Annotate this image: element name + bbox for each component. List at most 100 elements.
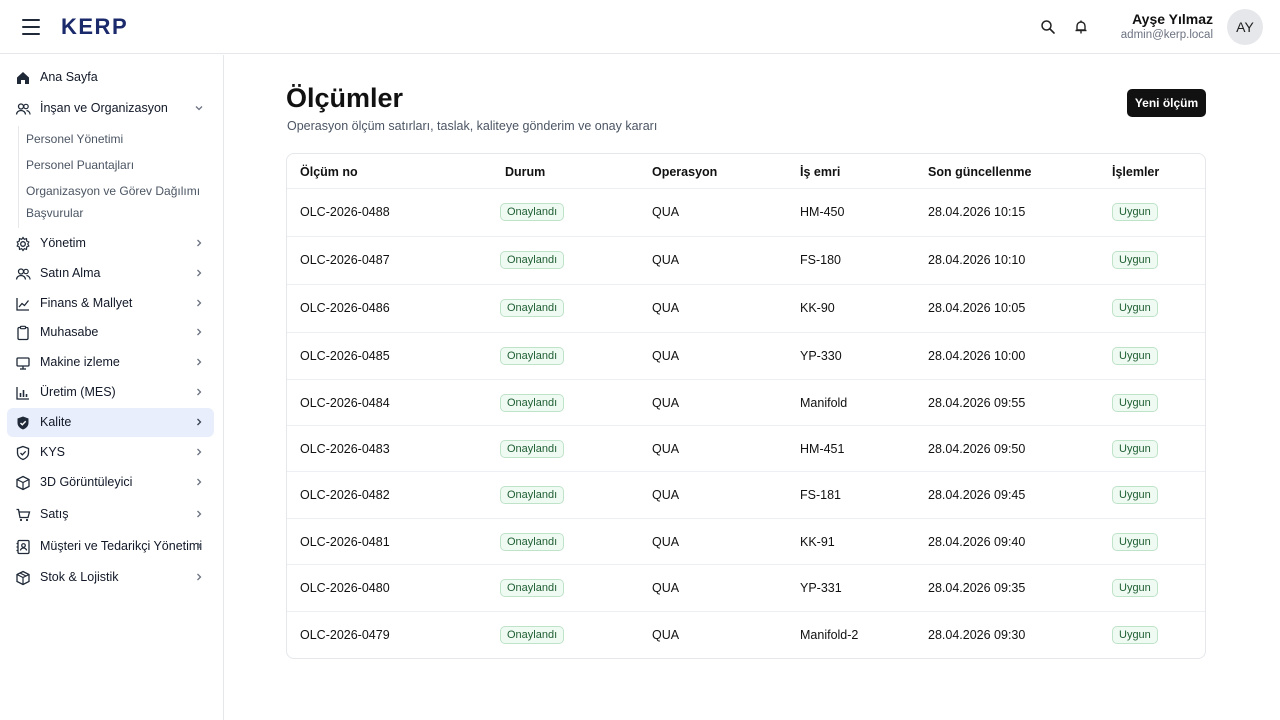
sidebar-subitem-personel-yonetimi[interactable]: Personel Yönetimi xyxy=(26,132,123,146)
sidebar-item-label: Üretim (MES) xyxy=(40,385,116,399)
work-order-cell: Manifold-2 xyxy=(800,628,859,642)
updated-cell: 28.04.2026 10:05 xyxy=(928,301,1026,315)
sidebar-item-uretim[interactable]: Üretim (MES) xyxy=(7,378,214,407)
table-row[interactable]: OLC-2026-0486 Onaylandı QUA KK-90 28.04.2026… xyxy=(287,284,1205,331)
sidebar-subitem-personel-puantajlari[interactable]: Personel Puantajları xyxy=(26,158,134,172)
table-row[interactable]: OLC-2026-0479 Onaylandı QUA Manifold-2 28.04… xyxy=(287,611,1205,658)
page-title: Ölçümler xyxy=(286,83,404,113)
sidebar-item-satin-alma[interactable]: Satın Alma xyxy=(7,259,214,288)
contacts-icon xyxy=(16,539,30,555)
measurement-number[interactable]: OLC-2026-0482 xyxy=(300,488,390,502)
chart-line-icon xyxy=(16,298,30,311)
sidebar-item-kalite[interactable]: Kalite xyxy=(7,408,214,437)
operation-cell: QUA xyxy=(652,442,680,456)
chevron-right-icon xyxy=(197,388,202,396)
work-order-cell: FS-181 xyxy=(800,488,841,502)
column-header-operasyon[interactable]: Operasyon xyxy=(652,165,717,179)
clipboard-icon xyxy=(17,325,29,341)
cart-icon xyxy=(16,508,31,522)
action-badge[interactable]: Uygun xyxy=(1112,486,1158,504)
action-badge[interactable]: Uygun xyxy=(1112,347,1158,365)
sidebar-item-label: KYS xyxy=(40,445,66,459)
action-badge[interactable]: Uygun xyxy=(1112,203,1158,221)
measurements-table: Ölçüm no Durum Operasyon İş emri Son gün… xyxy=(286,153,1206,659)
sidebar-item-muhasabe[interactable]: Muhasabe xyxy=(7,318,214,347)
action-badge[interactable]: Uygun xyxy=(1112,299,1158,317)
table-row[interactable]: OLC-2026-0484 Onaylandı QUA Manifold 28.04.2… xyxy=(287,379,1205,426)
sidebar-subitem-organizasyon-gorev[interactable]: Organizasyon ve Görev Dağılımı xyxy=(26,184,200,198)
updated-cell: 28.04.2026 10:10 xyxy=(928,253,1026,267)
table-row[interactable]: OLC-2026-0482 Onaylandı QUA FS-181 28.04.202… xyxy=(287,471,1205,518)
box-icon xyxy=(16,570,30,586)
status-badge: Onaylandı xyxy=(500,203,565,221)
sidebar-item-kys[interactable]: KYS xyxy=(7,438,214,467)
chevron-right-icon xyxy=(197,239,202,247)
operation-cell: QUA xyxy=(652,205,680,219)
sidebar-item-insan-ve-organizasyon[interactable]: İnşan ve Organizasyon xyxy=(7,94,214,123)
search-icon[interactable] xyxy=(1038,17,1058,37)
status-badge: Onaylandı xyxy=(500,486,565,504)
sidebar-item-3d-goruntuleyici[interactable]: 3D Görüntüleyici xyxy=(7,468,214,497)
table-row[interactable]: OLC-2026-0487 Onaylandı QUA FS-180 28.04.202… xyxy=(287,236,1205,283)
bell-icon[interactable] xyxy=(1071,17,1091,37)
sidebar-item-label: Makine izleme xyxy=(40,355,120,369)
sidebar-subitem-basvurular[interactable]: Başvurular xyxy=(26,206,83,220)
sidebar-item-label: Yönetim xyxy=(40,236,86,250)
updated-cell: 28.04.2026 09:30 xyxy=(928,628,1026,642)
menu-icon[interactable] xyxy=(22,19,40,35)
action-badge[interactable]: Uygun xyxy=(1112,579,1158,597)
sidebar-item-yonetim[interactable]: Yönetim xyxy=(7,229,214,258)
work-order-cell: FS-180 xyxy=(800,253,841,267)
work-order-cell: HM-450 xyxy=(800,205,845,219)
sidebar-item-label: Ana Sayfa xyxy=(40,70,98,84)
action-badge[interactable]: Uygun xyxy=(1112,251,1158,269)
measurement-number[interactable]: OLC-2026-0479 xyxy=(300,628,390,642)
chevron-right-icon xyxy=(197,510,202,518)
column-header-olcum-no[interactable]: Ölçüm no xyxy=(300,165,358,179)
sidebar-item-satis[interactable]: Satış xyxy=(7,500,214,529)
chevron-right-icon xyxy=(197,542,202,550)
chevron-right-icon xyxy=(197,573,202,581)
table-row[interactable]: OLC-2026-0480 Onaylandı QUA YP-331 28.04.202… xyxy=(287,564,1205,611)
app-logo[interactable]: KERP xyxy=(61,14,128,40)
action-badge[interactable]: Uygun xyxy=(1112,394,1158,412)
sidebar-item-label: Finans & Mallyet xyxy=(40,296,133,310)
cube-icon xyxy=(16,475,30,491)
measurement-number[interactable]: OLC-2026-0488 xyxy=(300,205,390,219)
sidebar-item-label: Satış xyxy=(40,507,69,521)
measurement-number[interactable]: OLC-2026-0484 xyxy=(300,396,390,410)
measurement-number[interactable]: OLC-2026-0487 xyxy=(300,253,390,267)
table-row[interactable]: OLC-2026-0488 Onaylandı QUA HM-450 28.04.202… xyxy=(287,188,1205,235)
action-badge[interactable]: Uygun xyxy=(1112,440,1158,458)
table-row[interactable]: OLC-2026-0485 Onaylandı QUA YP-330 28.04.202… xyxy=(287,332,1205,379)
measurement-number[interactable]: OLC-2026-0483 xyxy=(300,442,390,456)
sidebar-item-makine-izleme[interactable]: Makine izleme xyxy=(7,348,214,377)
chevron-down-icon xyxy=(195,106,203,111)
sidebar-item-finans[interactable]: Finans & Mallyet xyxy=(7,289,214,318)
sidebar-item-stok-lojistik[interactable]: Stok & Lojistik xyxy=(7,563,214,592)
operation-cell: QUA xyxy=(652,349,680,363)
column-header-is-emri[interactable]: İş emri xyxy=(800,165,840,179)
column-header-son-guncellenme[interactable]: Son güncellenme xyxy=(928,165,1032,179)
chevron-right-icon xyxy=(197,478,202,486)
avatar[interactable]: AY xyxy=(1227,9,1263,45)
page-subtitle: Operasyon ölçüm satırları, taslak, kalit… xyxy=(287,119,658,133)
measurement-number[interactable]: OLC-2026-0486 xyxy=(300,301,390,315)
measurement-number[interactable]: OLC-2026-0485 xyxy=(300,349,390,363)
new-measurement-button[interactable]: Yeni ölçüm xyxy=(1127,89,1206,117)
operation-cell: QUA xyxy=(652,301,680,315)
operation-cell: QUA xyxy=(652,581,680,595)
work-order-cell: Manifold xyxy=(800,396,848,410)
updated-cell: 28.04.2026 10:15 xyxy=(928,205,1026,219)
measurement-number[interactable]: OLC-2026-0481 xyxy=(300,535,390,549)
sidebar-item-musteri-tedarikci[interactable]: Müşteri ve Tedarikçi Yönetimi xyxy=(7,532,214,561)
measurement-number[interactable]: OLC-2026-0480 xyxy=(300,581,390,595)
users-icon xyxy=(15,103,31,115)
column-header-durum[interactable]: Durum xyxy=(505,165,545,179)
sidebar-item-ana-sayfa[interactable]: Ana Sayfa xyxy=(7,63,214,92)
action-badge[interactable]: Uygun xyxy=(1112,533,1158,551)
table-row[interactable]: OLC-2026-0481 Onaylandı QUA KK-91 28.04.2026… xyxy=(287,518,1205,565)
sidebar-item-label: 3D Görüntüleyici xyxy=(40,475,133,489)
action-badge[interactable]: Uygun xyxy=(1112,626,1158,644)
table-row[interactable]: OLC-2026-0483 Onaylandı QUA HM-451 28.04.202… xyxy=(287,425,1205,472)
